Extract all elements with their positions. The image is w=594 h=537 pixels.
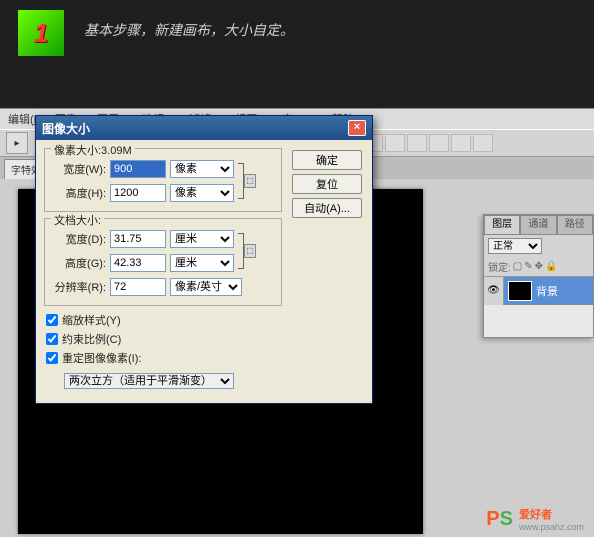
resample-checkbox[interactable]: 重定图像像素(I):	[46, 350, 362, 366]
layer-name: 背景	[536, 283, 558, 299]
distribute-icon[interactable]	[407, 134, 427, 152]
resample-method-select[interactable]: 两次立方（适用于平滑渐变）	[64, 373, 234, 389]
distribute-icon[interactable]	[429, 134, 449, 152]
resolution-label: 分辨率(R):	[51, 279, 106, 295]
width-input[interactable]	[110, 160, 166, 178]
distribute-icons	[363, 134, 493, 152]
layers-panel: 图层 通道 路径 正常 锁定: ▢ ✎ ✥ 🔒 👁 背景	[483, 214, 594, 338]
tutorial-header: 1 基本步骤，新建画布，大小自定。	[0, 0, 594, 81]
dialog-buttons: 确定 复位 自动(A)...	[292, 150, 362, 218]
blend-mode-select[interactable]: 正常	[488, 238, 542, 254]
lock-row: 锁定: ▢ ✎ ✥ 🔒	[484, 257, 593, 277]
height-input[interactable]	[110, 184, 166, 202]
doc-width-unit-select[interactable]: 厘米	[170, 230, 234, 248]
pixel-legend: 像素大小:3.09M	[51, 142, 135, 158]
doc-height-unit-select[interactable]: 厘米	[170, 254, 234, 272]
distribute-icon[interactable]	[451, 134, 471, 152]
dialog-body: 确定 复位 自动(A)... 像素大小:3.09M 宽度(W): 像素 高度(H…	[36, 140, 372, 403]
watermark-logo: PS	[486, 508, 513, 531]
lock-all-icon[interactable]: 🔒	[545, 261, 557, 272]
distribute-icon[interactable]	[385, 134, 405, 152]
scale-styles-checkbox[interactable]: 缩放样式(Y)	[46, 312, 362, 328]
layer-thumbnail[interactable]	[508, 281, 532, 301]
watermark: PS 爱好者 www.psahz.com	[486, 506, 584, 532]
lock-transparency-icon[interactable]: ▢	[513, 261, 522, 272]
resolution-unit-select[interactable]: 像素/英寸	[170, 278, 242, 296]
resample-method: 两次立方（适用于平滑渐变）	[64, 373, 362, 389]
step-badge: 1	[18, 10, 64, 56]
ok-button[interactable]: 确定	[292, 150, 362, 170]
panel-tabs: 图层 通道 路径	[484, 215, 593, 235]
close-button[interactable]: ×	[348, 120, 366, 136]
auto-button[interactable]: 自动(A)...	[292, 198, 362, 218]
constrain-checkbox[interactable]: 约束比例(C)	[46, 331, 362, 347]
width-unit-select[interactable]: 像素	[170, 160, 234, 178]
lock-label: 锁定:	[488, 259, 511, 274]
visibility-icon[interactable]: 👁	[484, 277, 504, 305]
doc-width-input[interactable]	[110, 230, 166, 248]
doc-legend: 文档大小:	[51, 212, 104, 228]
doc-width-label: 宽度(D):	[51, 231, 106, 247]
layers-list: 👁 背景	[484, 277, 593, 337]
doc-height-input[interactable]	[110, 254, 166, 272]
tab-channels[interactable]: 通道	[520, 215, 556, 235]
tool-preset-button[interactable]: ▸	[6, 132, 28, 154]
resolution-input[interactable]	[110, 278, 166, 296]
dialog-checkboxes: 缩放样式(Y) 约束比例(C) 重定图像像素(I): 两次立方（适用于平滑渐变）	[46, 312, 362, 389]
tab-layers[interactable]: 图层	[484, 215, 520, 235]
reset-button[interactable]: 复位	[292, 174, 362, 194]
tab-paths[interactable]: 路径	[557, 215, 593, 235]
step-number: 1	[34, 18, 48, 49]
watermark-text: 爱好者 www.psahz.com	[519, 506, 584, 532]
lock-paint-icon[interactable]: ✎	[524, 261, 532, 272]
dialog-title: 图像大小	[42, 120, 90, 137]
blend-mode-row: 正常	[484, 235, 593, 257]
document-size-fieldset: 文档大小: 宽度(D): 厘米 高度(G): 厘米 ⬚	[44, 218, 282, 306]
doc-height-label: 高度(G):	[51, 255, 106, 271]
link-icon[interactable]: ⬚	[244, 174, 256, 188]
tutorial-text: 基本步骤，新建画布，大小自定。	[84, 20, 294, 40]
distribute-icon[interactable]	[473, 134, 493, 152]
dialog-titlebar[interactable]: 图像大小 ×	[36, 116, 372, 140]
link-icon[interactable]: ⬚	[244, 244, 256, 258]
layer-row[interactable]: 👁 背景	[484, 277, 593, 305]
height-label: 高度(H):	[51, 185, 106, 201]
lock-position-icon[interactable]: ✥	[535, 261, 543, 272]
width-label: 宽度(W):	[51, 161, 106, 177]
image-size-dialog: 图像大小 × 确定 复位 自动(A)... 像素大小:3.09M 宽度(W): …	[35, 115, 373, 404]
height-unit-select[interactable]: 像素	[170, 184, 234, 202]
pixel-dimensions-fieldset: 像素大小:3.09M 宽度(W): 像素 高度(H): 像素	[44, 148, 282, 212]
